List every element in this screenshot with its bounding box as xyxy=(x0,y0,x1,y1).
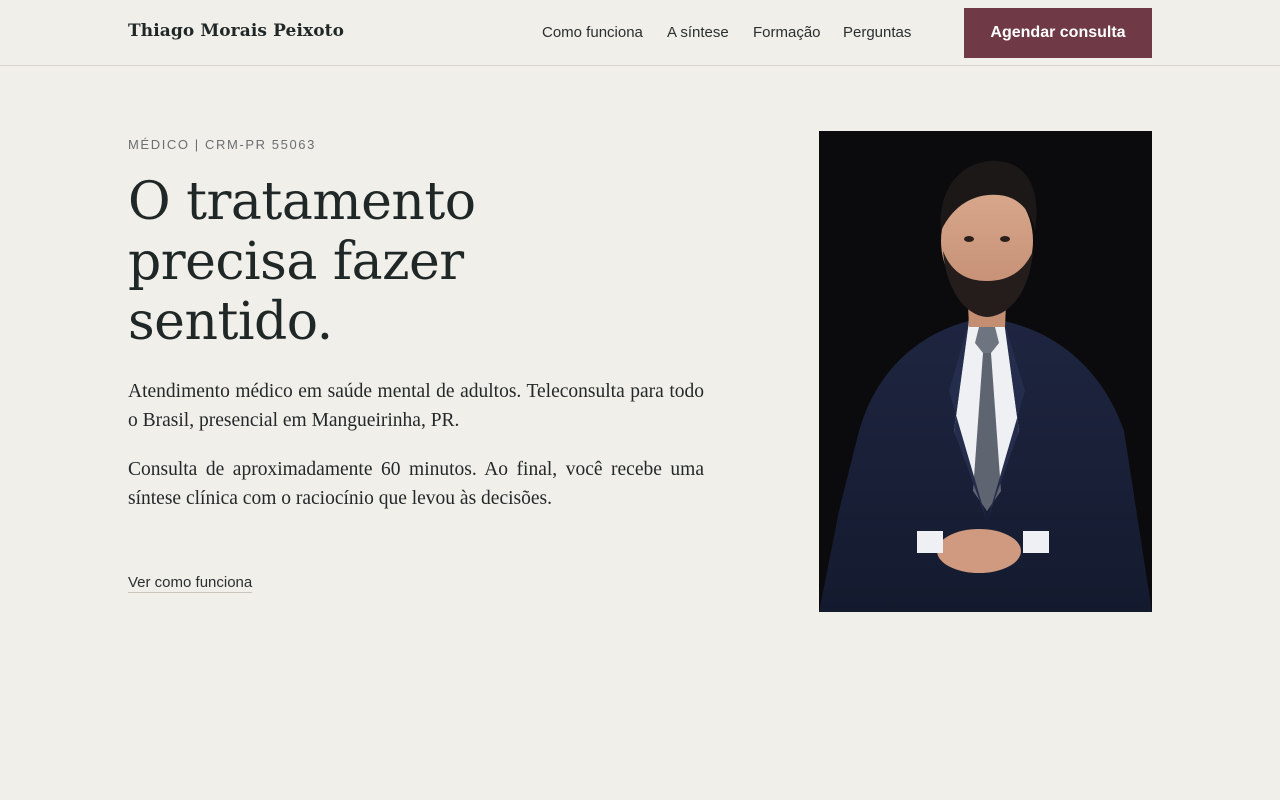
intro-paragraph: Atendimento médico em saúde mental de ad… xyxy=(128,381,704,431)
credentials-eyebrow: MÉDICO | CRM-PR 55063 xyxy=(128,137,316,152)
consultation-paragraph: Consulta de aproximadamente 60 minutos. … xyxy=(128,459,704,509)
nav-como-funciona[interactable]: Como funciona xyxy=(542,24,643,41)
site-header: Thiago Morais Peixoto Como funciona A sí… xyxy=(0,0,1280,66)
portrait-illustration xyxy=(819,131,1152,612)
see-how-it-works-link[interactable]: Ver como funciona xyxy=(128,574,253,593)
doctor-portrait xyxy=(819,131,1152,612)
brand-name[interactable]: Thiago Morais Peixoto xyxy=(128,21,344,41)
schedule-button[interactable]: Agendar consulta xyxy=(964,8,1152,58)
nav-a-sintese[interactable]: A síntese xyxy=(667,24,729,41)
page-title: O tratamento precisa fazer sentido. xyxy=(128,172,476,352)
nav-formacao[interactable]: Formação xyxy=(753,24,821,41)
nav-perguntas[interactable]: Perguntas xyxy=(843,24,911,41)
